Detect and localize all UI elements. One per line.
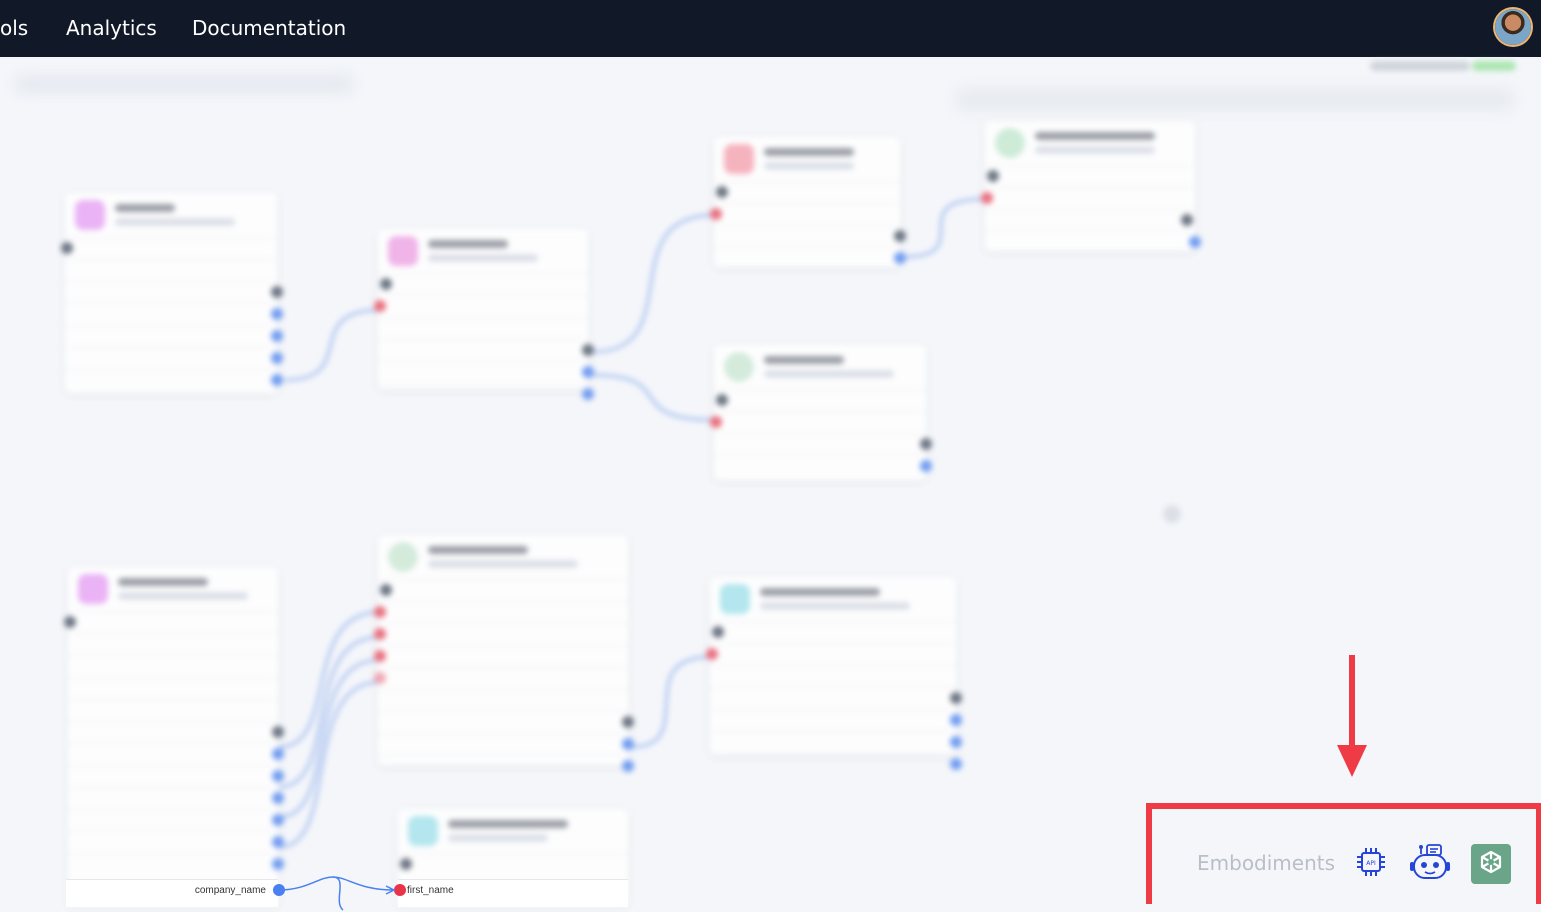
workflow-node: [64, 567, 284, 906]
output-port-label: company_name: [194, 885, 266, 896]
canvas-control-placeholder: [1163, 505, 1181, 523]
workflow-node: [374, 229, 594, 400]
api-chip-text: API: [1366, 860, 1376, 867]
workflow-node: [981, 121, 1201, 251]
workflow-node: [710, 137, 906, 267]
api-chip-icon[interactable]: API: [1356, 847, 1386, 877]
workflow-node: [61, 193, 283, 393]
chatbot-icon[interactable]: [1410, 844, 1452, 882]
user-avatar[interactable]: [1495, 9, 1531, 45]
output-port-row: company_name: [66, 879, 278, 907]
workflow-node: [374, 535, 634, 772]
workflow-canvas[interactable]: company_name first_name Embodiments API: [0, 57, 1541, 911]
nav-item-tools[interactable]: ols: [0, 16, 28, 40]
nav-item-documentation[interactable]: Documentation: [192, 16, 346, 40]
workflow-node: [710, 345, 932, 480]
nav-item-analytics[interactable]: Analytics: [66, 16, 157, 40]
input-port-row: first_name: [398, 879, 628, 907]
top-navigation-bar: ols Analytics Documentation: [0, 0, 1541, 57]
annotation-arrow-icon: [1337, 655, 1367, 777]
openai-icon[interactable]: [1471, 844, 1511, 884]
workflow-node: [706, 577, 962, 770]
embodiments-label: Embodiments: [1197, 851, 1336, 875]
blurred-workflow: [0, 57, 1541, 906]
connection-edge: [278, 876, 396, 911]
